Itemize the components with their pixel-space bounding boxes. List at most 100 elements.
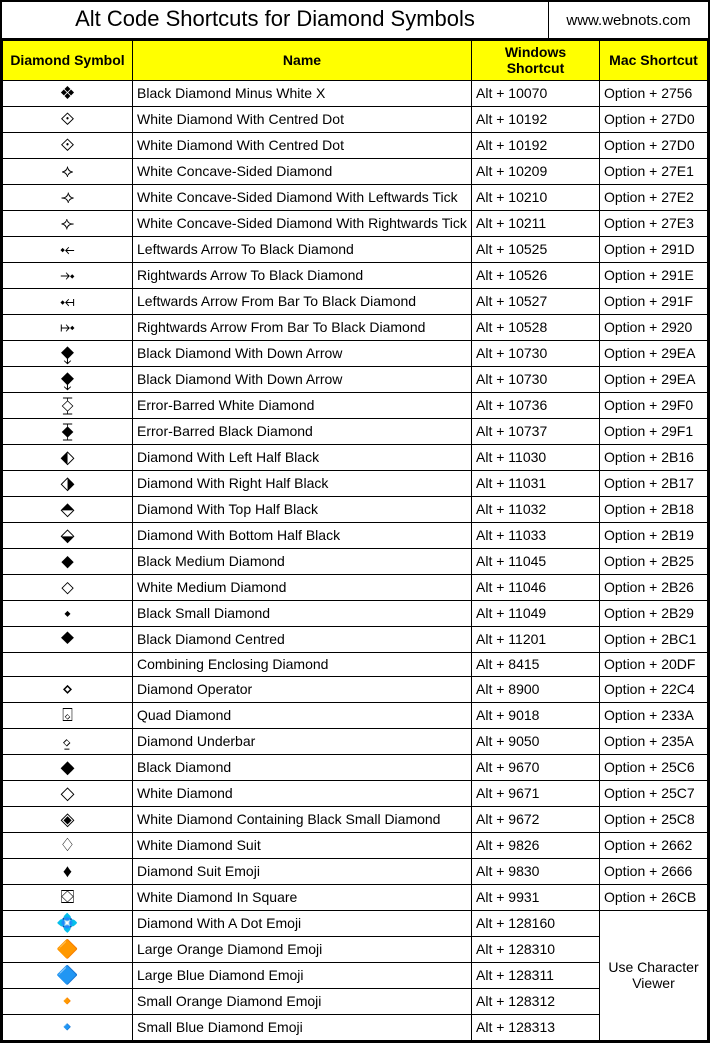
cell-symbol: ⬗ <box>3 471 133 497</box>
cell-symbol: ◆ <box>3 755 133 781</box>
cell-mac-shortcut: Option + 2666 <box>600 859 708 885</box>
table-row: ⧪Black Diamond With Down ArrowAlt + 1073… <box>3 367 708 393</box>
cell-win-shortcut: Alt + 11045 <box>472 549 600 575</box>
cell-symbol: ⟢ <box>3 185 133 211</box>
cell-symbol: 🔶 <box>3 937 133 963</box>
cell-win-shortcut: Alt + 10737 <box>472 419 600 445</box>
cell-name: Combining Enclosing Diamond <box>133 653 472 677</box>
table-row: ❖Black Diamond Minus White XAlt + 10070O… <box>3 81 708 107</box>
cell-name: Black Diamond With Down Arrow <box>133 367 472 393</box>
cell-name: Small Orange Diamond Emoji <box>133 989 472 1015</box>
cell-win-shortcut: Alt + 9830 <box>472 859 600 885</box>
cell-symbol: ⧰ <box>3 393 133 419</box>
cell-name: Large Orange Diamond Emoji <box>133 937 472 963</box>
cell-symbol: ⟐ <box>3 107 133 133</box>
cell-win-shortcut: Alt + 128310 <box>472 937 600 963</box>
cell-symbol: ⧪ <box>3 367 133 393</box>
cell-symbol: ⬖ <box>3 445 133 471</box>
cell-name: Quad Diamond <box>133 703 472 729</box>
table-row: ⤟Leftwards Arrow From Bar To Black Diamo… <box>3 289 708 315</box>
cell-symbol: ⛋ <box>3 885 133 911</box>
cell-win-shortcut: Alt + 10730 <box>472 367 600 393</box>
cell-name: Black Diamond <box>133 755 472 781</box>
cell-mac-shortcut: Option + 26CB <box>600 885 708 911</box>
cell-mac-shortcut: Option + 29EA <box>600 341 708 367</box>
cell-win-shortcut: Alt + 10070 <box>472 81 600 107</box>
cell-symbol: ⬩ <box>3 601 133 627</box>
cell-name: White Diamond With Centred Dot <box>133 107 472 133</box>
cell-name: Black Diamond Centred <box>133 627 472 653</box>
table-row: ⯁Black Diamond CentredAlt + 11201Option … <box>3 627 708 653</box>
cell-win-shortcut: Alt + 9671 <box>472 781 600 807</box>
cell-win-shortcut: Alt + 128311 <box>472 963 600 989</box>
cell-name: White Diamond Containing Black Small Dia… <box>133 807 472 833</box>
cell-symbol: 🔷 <box>3 963 133 989</box>
table-row: ◆Black DiamondAlt + 9670Option + 25C6 <box>3 755 708 781</box>
col-header-name: Name <box>133 41 472 81</box>
cell-symbol: ⟐ <box>3 133 133 159</box>
cell-mac-shortcut: Option + 27D0 <box>600 133 708 159</box>
shortcut-table-container: Alt Code Shortcuts for Diamond Symbols w… <box>0 0 710 1043</box>
cell-win-shortcut: Alt + 10211 <box>472 211 600 237</box>
cell-name: White Concave-Sided Diamond With Leftwar… <box>133 185 472 211</box>
cell-win-shortcut: Alt + 128312 <box>472 989 600 1015</box>
cell-symbol: 🔸 <box>3 989 133 1015</box>
cell-name: White Concave-Sided Diamond <box>133 159 472 185</box>
table-row: ⬖Diamond With Left Half BlackAlt + 11030… <box>3 445 708 471</box>
cell-name: Diamond Underbar <box>133 729 472 755</box>
cell-win-shortcut: Alt + 11031 <box>472 471 600 497</box>
cell-symbol: ⬘ <box>3 497 133 523</box>
cell-name: Error-Barred Black Diamond <box>133 419 472 445</box>
cell-win-shortcut: Alt + 9050 <box>472 729 600 755</box>
table-row: ⬥Black Medium DiamondAlt + 11045Option +… <box>3 549 708 575</box>
cell-mac-shortcut: Option + 2756 <box>600 81 708 107</box>
table-row: ⬘Diamond With Top Half BlackAlt + 11032O… <box>3 497 708 523</box>
cell-mac-shortcut: Option + 25C7 <box>600 781 708 807</box>
table-row: ⬙Diamond With Bottom Half BlackAlt + 110… <box>3 523 708 549</box>
cell-mac-shortcut: Option + 2BC1 <box>600 627 708 653</box>
cell-mac-shortcut: Option + 29F0 <box>600 393 708 419</box>
cell-symbol: ⬦ <box>3 575 133 601</box>
cell-symbol: ⌺ <box>3 703 133 729</box>
cell-win-shortcut: Alt + 9672 <box>472 807 600 833</box>
cell-name: White Diamond With Centred Dot <box>133 133 472 159</box>
cell-name: Black Small Diamond <box>133 601 472 627</box>
table-row: ⧱Error-Barred Black DiamondAlt + 10737Op… <box>3 419 708 445</box>
cell-mac-shortcut: Option + 2B29 <box>600 601 708 627</box>
cell-win-shortcut: Alt + 11201 <box>472 627 600 653</box>
cell-symbol: 💠 <box>3 911 133 937</box>
cell-win-shortcut: Alt + 10528 <box>472 315 600 341</box>
cell-win-shortcut: Alt + 10526 <box>472 263 600 289</box>
header-row: Diamond Symbol Name Windows Shortcut Mac… <box>3 41 708 81</box>
cell-win-shortcut: Alt + 10210 <box>472 185 600 211</box>
cell-name: Black Diamond Minus White X <box>133 81 472 107</box>
table-row: ⛋White Diamond In SquareAlt + 9931Option… <box>3 885 708 911</box>
cell-name: Diamond With Bottom Half Black <box>133 523 472 549</box>
cell-name: White Diamond <box>133 781 472 807</box>
table-row: ⬦White Medium DiamondAlt + 11046Option +… <box>3 575 708 601</box>
cell-name: Diamond With Right Half Black <box>133 471 472 497</box>
cell-symbol: ⤞ <box>3 263 133 289</box>
cell-symbol: ⋄ <box>3 677 133 703</box>
table-row: ⤝Leftwards Arrow To Black DiamondAlt + 1… <box>3 237 708 263</box>
table-row: ⧰Error-Barred White DiamondAlt + 10736Op… <box>3 393 708 419</box>
cell-name: White Concave-Sided Diamond With Rightwa… <box>133 211 472 237</box>
table-row: ⍚Diamond UnderbarAlt + 9050Option + 235A <box>3 729 708 755</box>
col-header-mac: Mac Shortcut <box>600 41 708 81</box>
cell-mac-shortcut: Option + 2B19 <box>600 523 708 549</box>
cell-symbol: ⤝ <box>3 237 133 263</box>
cell-name: White Diamond Suit <box>133 833 472 859</box>
table-row: ⟡White Concave-Sided DiamondAlt + 10209O… <box>3 159 708 185</box>
table-row: Combining Enclosing DiamondAlt + 8415Opt… <box>3 653 708 677</box>
cell-win-shortcut: Alt + 128160 <box>472 911 600 937</box>
cell-name: White Diamond In Square <box>133 885 472 911</box>
cell-win-shortcut: Alt + 10525 <box>472 237 600 263</box>
title-bar: Alt Code Shortcuts for Diamond Symbols w… <box>2 2 708 40</box>
cell-name: Rightwards Arrow From Bar To Black Diamo… <box>133 315 472 341</box>
page-title: Alt Code Shortcuts for Diamond Symbols <box>2 2 548 38</box>
cell-name: Diamond Operator <box>133 677 472 703</box>
cell-win-shortcut: Alt + 10527 <box>472 289 600 315</box>
cell-win-shortcut: Alt + 128313 <box>472 1015 600 1041</box>
cell-mac-shortcut: Option + 22C4 <box>600 677 708 703</box>
cell-win-shortcut: Alt + 8415 <box>472 653 600 677</box>
